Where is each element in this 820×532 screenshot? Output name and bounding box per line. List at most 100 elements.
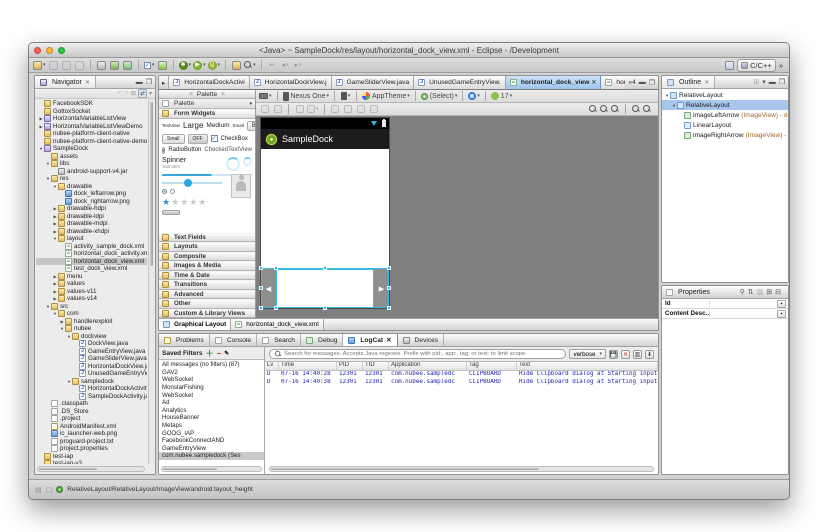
tree-item[interactable]: activity_sample_dock.xml (36, 242, 147, 251)
tree-item[interactable]: dock_rightarrow.png (36, 197, 147, 206)
dock-layout[interactable]: ◀ ▶ (259, 266, 391, 310)
console-tab-search[interactable]: Search (257, 334, 301, 346)
scroll-lock-icon[interactable]: ⬇ (645, 349, 654, 359)
logcat-filter-item[interactable]: All messages (no filters) (87) (159, 361, 264, 369)
tree-item[interactable]: ▼ res (36, 175, 147, 183)
selection-handle[interactable] (387, 286, 391, 290)
palette-textview-medium[interactable]: Medium (206, 122, 229, 129)
save-button[interactable] (48, 60, 59, 71)
console-tab-logcat[interactable]: LogCat ✕ (343, 334, 398, 346)
progressbar-large-icon[interactable] (226, 156, 240, 171)
tree-item[interactable]: nubee-platform-client-native (36, 130, 147, 138)
minimize-view-icon[interactable]: ▬ (136, 79, 143, 86)
profile-button[interactable]: Q ▾ (207, 60, 220, 71)
tree-item[interactable]: horizontal_dock_view.xml (36, 257, 147, 265)
back-nav-icon[interactable]: ↶ (117, 90, 122, 97)
distribute-icon[interactable] (294, 104, 305, 115)
tree-item[interactable]: .DS_Store (36, 407, 147, 416)
tree-item[interactable]: nubee-platform-client-native-demo (36, 137, 147, 146)
selection-handle[interactable] (274, 266, 278, 270)
zoom-real-icon[interactable] (611, 105, 619, 113)
tree-item[interactable]: AndroidManifest.xml (36, 422, 147, 431)
open-folder-button[interactable] (231, 60, 242, 71)
logcat-filter-item[interactable]: GAV2 (159, 369, 264, 377)
selection-handle[interactable] (259, 306, 263, 310)
save-log-icon[interactable]: 💾 (609, 349, 618, 359)
palette-spinner[interactable]: Spinner (162, 157, 186, 164)
log-column-header[interactable]: Time (279, 362, 337, 370)
log-column-header[interactable]: Text (517, 362, 658, 370)
linear-layout-region[interactable] (276, 269, 374, 308)
logcat-filter-item[interactable]: GOOG_IAP (159, 429, 264, 437)
add-filter-icon[interactable]: ＋ (205, 348, 213, 359)
editor-mode-tab[interactable]: Graphical Layout (159, 319, 232, 330)
selection-handle[interactable] (387, 266, 391, 270)
close-tab-icon[interactable]: ✕ (386, 336, 392, 344)
property-row[interactable]: Id ▪ (662, 299, 788, 309)
palette-section[interactable]: Composite (159, 251, 255, 261)
tree-item[interactable]: ▼ RelativeLayout (662, 100, 788, 110)
tree-item[interactable]: ▼ drawable (36, 182, 147, 191)
palette-textview-small[interactable]: Small (233, 123, 244, 128)
property-ellipsis-button[interactable]: ▪ (777, 299, 786, 308)
logcat-filter-item[interactable]: WebSocket (159, 376, 264, 384)
tree-item[interactable]: ic_launcher-web.png (36, 430, 147, 438)
locale-combo[interactable]: ▾ (468, 91, 480, 102)
tree-item[interactable]: UnusedGameEntryView.ja (36, 370, 147, 378)
tree-item[interactable]: .classpath (36, 400, 147, 408)
expand-all-icon[interactable]: ⊞ (753, 78, 759, 86)
save-all-button[interactable] (61, 60, 72, 71)
tree-item[interactable]: ▼ RelativeLayout (662, 90, 788, 100)
tree-item[interactable]: assets (36, 152, 147, 161)
print-button[interactable] (74, 60, 85, 71)
tree-item[interactable]: ▼ com (36, 310, 147, 318)
forward-nav-icon[interactable]: ↷ (124, 90, 129, 97)
perspective-overflow[interactable]: » (779, 61, 783, 70)
selection-handle[interactable] (323, 306, 327, 310)
tree-item[interactable]: ▶ drawable-mdpi (36, 220, 147, 228)
tree-item[interactable]: DockView.java (36, 340, 147, 348)
tree-item[interactable]: HorizontalDockActivity.ja (36, 385, 147, 393)
log-hscrollbar[interactable] (269, 466, 654, 472)
logcat-filter-item[interactable]: WebSocket (159, 391, 264, 399)
search-input[interactable] (284, 351, 562, 357)
tree-item[interactable]: horizontal_dock_activity.xml (36, 250, 147, 258)
palette-button[interactable]: Button (246, 120, 255, 131)
editor-overflow-left[interactable]: ▸ (159, 76, 170, 89)
tree-item[interactable]: ▶ HorizontalVariableListView (36, 115, 147, 123)
editor-tab[interactable]: GameSliderView.java (331, 76, 415, 89)
new-wizard-button[interactable]: ▾ (33, 60, 46, 71)
log-column-header[interactable]: Tag (467, 362, 517, 370)
tree-item[interactable]: GameEntryView.java (36, 347, 147, 356)
palette-scrollbar-widget[interactable] (162, 209, 180, 215)
zoom-fit-icon[interactable] (589, 105, 597, 113)
palette-checkbox[interactable]: CheckBox (221, 136, 248, 142)
fill-height-icon[interactable] (343, 104, 354, 115)
palette-menu-icon[interactable]: ▾ (249, 101, 252, 107)
zoom-100-icon[interactable] (600, 105, 608, 113)
tree-item[interactable]: test-iap (36, 452, 147, 461)
progressbar-small-icon[interactable] (243, 156, 252, 166)
collapse-all-icon[interactable]: ⊟ (131, 90, 136, 97)
editor-tab[interactable]: HorizontalDockView.j (249, 76, 332, 89)
titlebar[interactable]: <Java> ~ SampleDock/res/layout/horizonta… (29, 43, 789, 58)
palette-section[interactable]: Time & Date (159, 270, 255, 280)
outline-menu-icon[interactable]: ▾ (762, 78, 766, 86)
filters-hscrollbar[interactable] (161, 466, 262, 472)
log-column-header[interactable]: Application (389, 362, 467, 370)
tree-item[interactable]: ▶ handlerexploit (36, 317, 147, 326)
editor-tab[interactable]: horizontal_dock_acti (601, 76, 626, 89)
tree-item[interactable]: .project (36, 415, 147, 423)
tree-item[interactable]: imageLeftArrow(ImageView) - dock_l (662, 110, 788, 120)
minimize-window-button[interactable] (46, 46, 53, 54)
last-edit-button[interactable]: ↩ (267, 60, 278, 71)
edit-filter-icon[interactable]: ✎ (224, 350, 229, 357)
tree-item[interactable]: LinearLayout (662, 120, 788, 130)
run-button[interactable]: ▶ ▾ (193, 60, 206, 71)
logcat-filter-item[interactable]: MonstarFishing (159, 384, 264, 392)
log-level-select[interactable]: verbose ▾ (569, 349, 606, 359)
palette-quickcontactbadge[interactable] (231, 173, 251, 198)
logcat-filter-item[interactable]: FacebookConnectAND (159, 437, 264, 445)
device-preview[interactable]: SampleDock ◀ ▶ (259, 118, 391, 310)
design-canvas[interactable]: SampleDock ◀ ▶ (256, 116, 658, 318)
